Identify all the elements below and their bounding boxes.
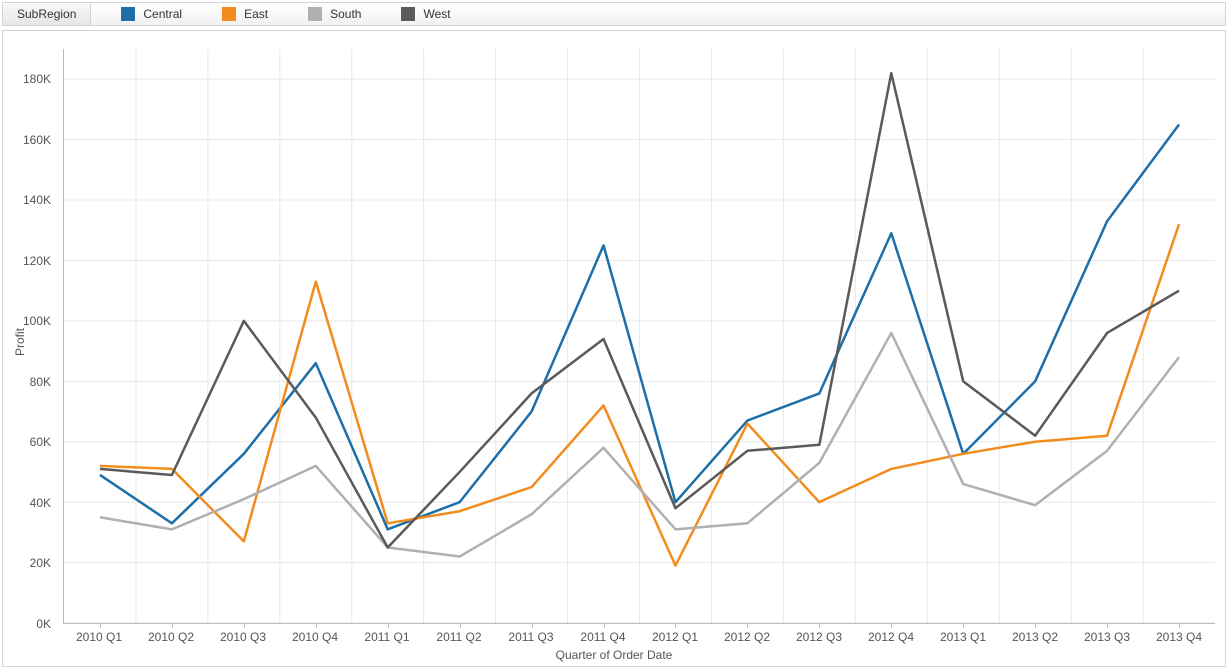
x-axis-labels: 2010 Q1 2010 Q2 2010 Q3 2010 Q4 2011 Q1 2011 … [63,630,1215,646]
x-tick-label: 2013 Q3 [1084,630,1130,644]
y-tick-label: 60K [30,435,51,449]
swatch-icon [222,7,236,21]
x-tick-label: 2011 Q1 [364,630,409,644]
y-tick-label: 40K [30,496,51,510]
legend-items: Central East South West [91,7,450,21]
series-line-east[interactable] [100,224,1179,565]
legend-bar: SubRegion Central East South West [2,2,1226,26]
x-axis-title: Quarter of Order Date [556,648,673,662]
y-tick-label: 160K [23,133,51,147]
x-tick-label: 2013 Q2 [1012,630,1058,644]
x-tick-label: 2010 Q4 [292,630,338,644]
x-tick-label: 2011 Q3 [508,630,553,644]
x-tick-label: 2012 Q3 [796,630,842,644]
x-tick-label: 2010 Q2 [148,630,194,644]
series-line-central[interactable] [100,125,1179,530]
swatch-icon [308,7,322,21]
legend-label: East [244,7,268,21]
x-tick-label: 2010 Q1 [76,630,122,644]
x-tick-label: 2011 Q4 [580,630,625,644]
x-tick-label: 2013 Q4 [1156,630,1202,644]
x-tick-label: 2013 Q1 [940,630,986,644]
y-tick-label: 120K [23,254,51,268]
legend-item-west[interactable]: West [401,7,450,21]
plot-region[interactable] [63,49,1215,624]
series-lines [64,49,1215,623]
legend-label: South [330,7,361,21]
y-tick-label: 180K [23,72,51,86]
y-tick-label: 80K [30,375,51,389]
legend-label: West [423,7,450,21]
legend-item-south[interactable]: South [308,7,361,21]
y-tick-label: 140K [23,193,51,207]
legend-item-east[interactable]: East [222,7,268,21]
y-tick-label: 0K [36,617,51,631]
legend-title: SubRegion [3,3,91,25]
swatch-icon [401,7,415,21]
swatch-icon [121,7,135,21]
x-tick-label: 2011 Q2 [436,630,481,644]
x-tick-label: 2012 Q2 [724,630,770,644]
y-tick-label: 20K [30,556,51,570]
y-axis-labels: 0K20K40K60K80K100K120K140K160K180K [3,49,57,624]
x-tick-label: 2010 Q3 [220,630,266,644]
x-tick-label: 2012 Q1 [652,630,698,644]
legend-label: Central [143,7,182,21]
y-tick-label: 100K [23,314,51,328]
legend-item-central[interactable]: Central [121,7,182,21]
chart-area: Profit Quarter of Order Date 0K20K40K60K… [2,30,1226,667]
x-tick-label: 2012 Q4 [868,630,914,644]
